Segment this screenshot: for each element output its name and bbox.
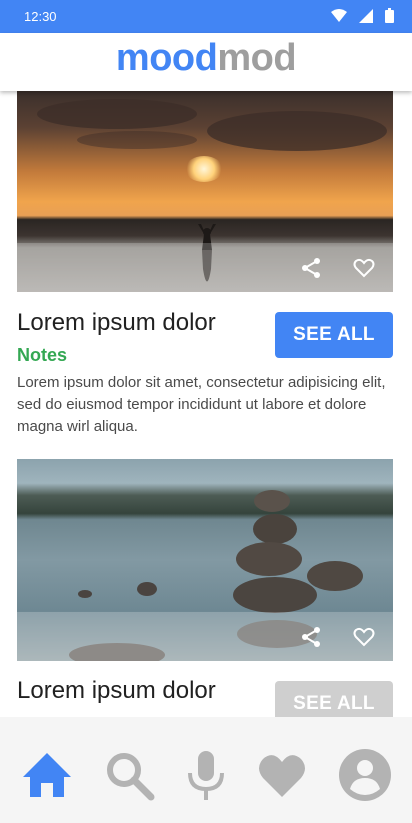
bottom-navigation bbox=[0, 717, 412, 823]
nav-search-button[interactable] bbox=[103, 749, 155, 801]
logo-part-mod: mod bbox=[217, 37, 297, 79]
share-icon[interactable] bbox=[299, 256, 323, 280]
status-time: 12:30 bbox=[24, 9, 57, 24]
search-icon bbox=[107, 753, 155, 801]
sun-glow bbox=[185, 156, 223, 182]
app-logo: moodmod bbox=[115, 37, 297, 80]
wifi-icon bbox=[331, 8, 347, 22]
nav-profile-button[interactable] bbox=[339, 749, 391, 801]
heart-icon bbox=[259, 755, 305, 797]
cloud-shape bbox=[207, 111, 387, 151]
card-title: Lorem ipsum dolor bbox=[17, 309, 216, 336]
profile-icon bbox=[339, 749, 391, 801]
card-title: Lorem ipsum dolor bbox=[17, 677, 216, 704]
card-feed[interactable]: Lorem ipsum dolor Notes SEE ALL Lorem ip… bbox=[0, 91, 412, 717]
app-header: moodmod bbox=[0, 33, 412, 91]
see-all-button[interactable]: SEE ALL bbox=[275, 681, 393, 717]
image-action-bar bbox=[17, 243, 393, 292]
card-image-lake[interactable] bbox=[17, 459, 393, 661]
logo-part-mood: mood bbox=[115, 37, 218, 79]
cloud-shape bbox=[37, 99, 197, 129]
nav-favorites-button[interactable] bbox=[256, 749, 308, 801]
home-icon bbox=[23, 753, 71, 797]
status-bar: 12:30 bbox=[0, 0, 412, 33]
nav-home-button[interactable] bbox=[21, 749, 73, 801]
card-image-sunset[interactable] bbox=[17, 91, 393, 292]
microphone-icon bbox=[188, 751, 224, 800]
battery-icon bbox=[385, 8, 394, 23]
heart-outline-icon[interactable] bbox=[352, 256, 376, 280]
image-action-bar bbox=[17, 612, 393, 661]
see-all-button[interactable]: SEE ALL bbox=[275, 312, 393, 358]
status-icons bbox=[331, 8, 394, 23]
card-description: Lorem ipsum dolor sit amet, consectetur … bbox=[17, 374, 386, 435]
cellular-signal-icon bbox=[359, 8, 373, 23]
cloud-shape bbox=[77, 131, 197, 149]
heart-outline-icon[interactable] bbox=[352, 625, 376, 649]
card-subtitle: Notes bbox=[17, 345, 68, 365]
share-icon[interactable] bbox=[299, 625, 323, 649]
nav-voice-button[interactable] bbox=[180, 749, 232, 801]
